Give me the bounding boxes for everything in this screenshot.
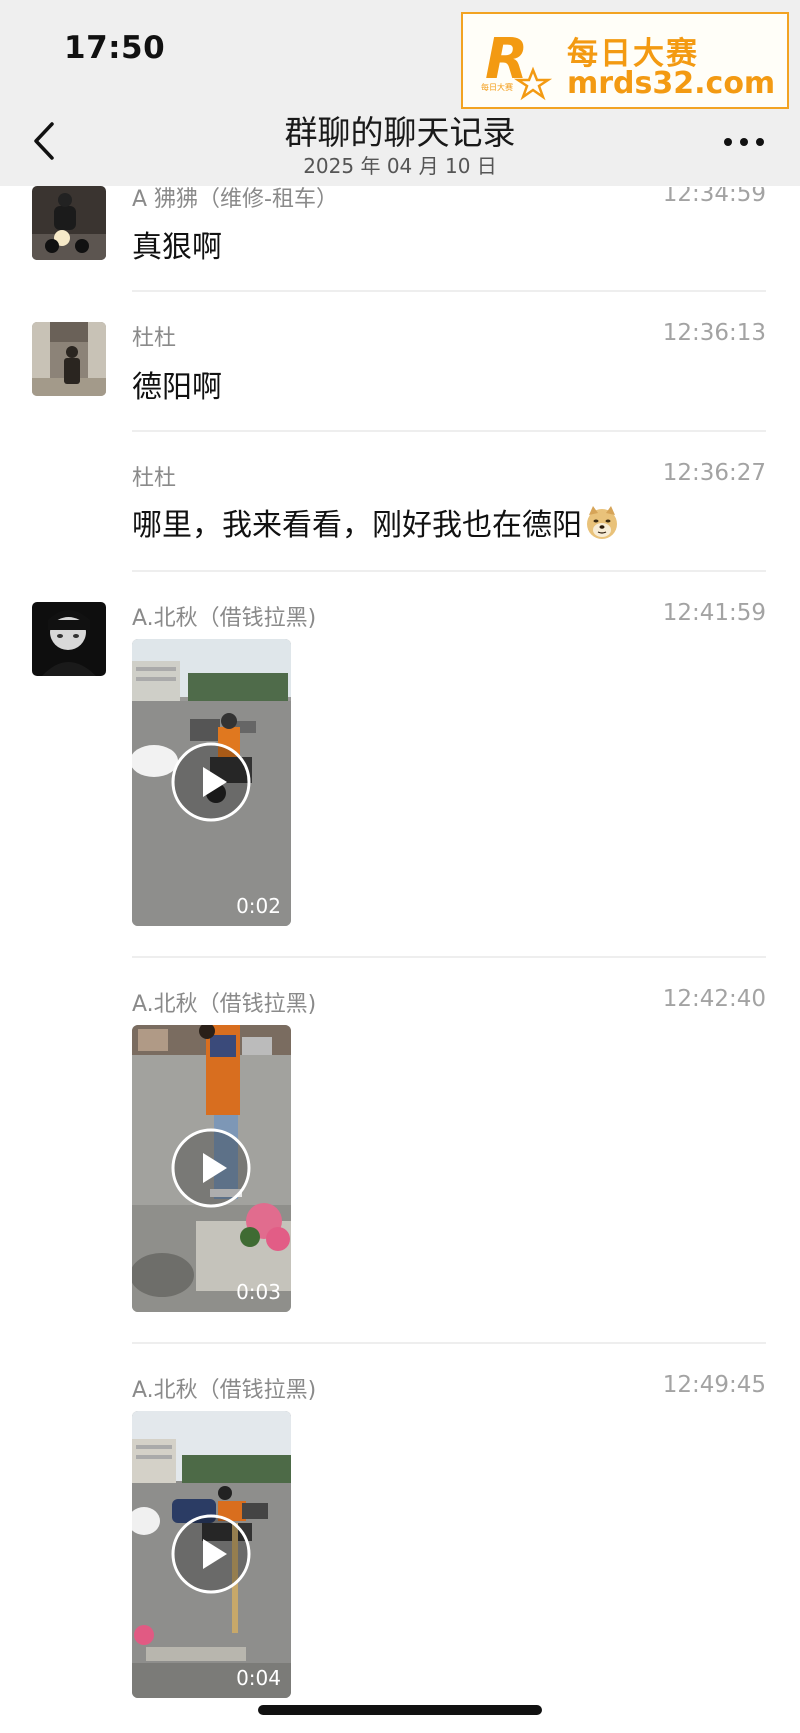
divider — [132, 430, 766, 432]
divider — [132, 956, 766, 958]
play-icon[interactable] — [170, 741, 252, 823]
message-sender: A.北秋（借钱拉黑) — [132, 606, 317, 631]
message-sender: 杜杜 — [132, 466, 177, 491]
message-time: 12:42:40 — [662, 986, 766, 1012]
status-time: 17:50 — [64, 30, 166, 66]
video-message[interactable]: 0:02 — [132, 639, 291, 926]
video-message[interactable]: 0:04 — [132, 1411, 291, 1698]
message-text-row: 哪里，我来看看，刚好我也在德阳 — [132, 500, 620, 544]
watermark-url: mrds32.com — [567, 66, 776, 101]
page-subtitle-date: 2025 年 04 月 10 日 — [303, 154, 497, 178]
home-indicator[interactable] — [258, 1705, 542, 1715]
nav-bar: 群聊的聊天记录 2025 年 04 月 10 日 — [0, 100, 800, 186]
watermark: R 每日大赛 每日大赛 mrds32.com — [461, 12, 789, 109]
play-icon[interactable] — [170, 1513, 252, 1595]
message-text: 德阳啊 — [132, 370, 222, 405]
video-message[interactable]: 0:03 — [132, 1025, 291, 1312]
doge-emoji-icon — [587, 506, 617, 539]
video-duration: 0:02 — [236, 894, 281, 918]
svg-text:每日大赛: 每日大赛 — [481, 82, 513, 92]
chat-history-screen: 17:50 85 群聊的聊天记录 2025 年 04 月 10 日 — [0, 0, 800, 1733]
message-time: 12:41:59 — [662, 600, 766, 626]
video-duration: 0:04 — [236, 1666, 281, 1690]
divider — [132, 290, 766, 292]
avatar[interactable] — [32, 186, 106, 260]
message-text: 真狠啊 — [132, 230, 222, 265]
divider — [132, 1342, 766, 1344]
watermark-logo: R 每日大赛 — [481, 27, 553, 101]
divider — [132, 570, 766, 572]
avatar[interactable] — [32, 602, 106, 676]
video-duration: 0:03 — [236, 1280, 281, 1304]
message-time: 12:49:45 — [662, 1372, 766, 1398]
message-sender: A.北秋（借钱拉黑) — [132, 1378, 317, 1403]
message-sender: 杜杜 — [132, 326, 177, 351]
message-time: 12:36:13 — [662, 320, 766, 346]
page-title: 群聊的聊天记录 — [284, 113, 516, 152]
message-time: 12:36:27 — [662, 460, 766, 486]
message-sender: A.北秋（借钱拉黑) — [132, 992, 317, 1017]
message-text: 哪里，我来看看，刚好我也在德阳 — [132, 508, 582, 543]
avatar[interactable] — [32, 322, 106, 396]
more-dots-icon[interactable] — [722, 136, 766, 148]
play-icon[interactable] — [170, 1127, 252, 1209]
